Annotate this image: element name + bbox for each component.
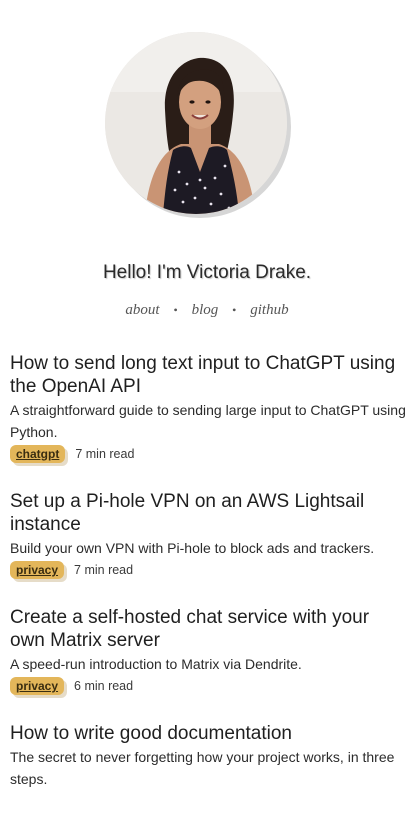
profile-header: Hello! I'm Victoria Drake. about • blog • gi… <box>0 0 414 340</box>
nav-separator: • <box>173 303 178 317</box>
greeting: Hello! I'm Victoria Drake. <box>102 262 312 283</box>
post-meta: privacy 7 min read <box>10 560 406 580</box>
post-tag[interactable]: privacy <box>10 677 65 695</box>
post-description: A speed-run introduction to Matrix via D… <box>10 656 302 672</box>
post-meta: privacy 6 min read <box>10 676 406 696</box>
post-description: The secret to never forgetting how your … <box>10 749 395 787</box>
post-title-link[interactable]: Set up a Pi-hole VPN on an AWS Lightsail… <box>10 490 406 536</box>
post-tag[interactable]: privacy <box>10 561 65 579</box>
post-item: How to send long text input to ChatGPT u… <box>10 352 406 464</box>
post-description: Build your own VPN with Pi-hole to block… <box>10 540 375 556</box>
read-time: 7 min read <box>74 563 134 577</box>
post-title-link[interactable]: How to send long text input to ChatGPT u… <box>10 352 406 398</box>
nav-separator: • <box>232 303 237 317</box>
post-tag[interactable]: chatgpt <box>10 445 66 463</box>
post-item: Set up a Pi-hole VPN on an AWS Lightsail… <box>10 490 406 580</box>
post-list: How to send long text input to ChatGPT u… <box>10 352 406 816</box>
post-item: How to write good documentation The secr… <box>10 722 406 790</box>
portrait-image <box>105 32 287 214</box>
nav-link-about[interactable]: about <box>125 302 159 318</box>
post-title-link[interactable]: Create a self-hosted chat service with y… <box>10 606 406 652</box>
site-nav: about • blog • github <box>0 302 414 319</box>
avatar <box>105 32 287 214</box>
read-time: 6 min read <box>74 679 134 693</box>
nav-link-github[interactable]: github <box>250 302 288 318</box>
post-item: Create a self-hosted chat service with y… <box>10 606 406 696</box>
post-meta: chatgpt 7 min read <box>10 444 406 464</box>
nav-link-blog[interactable]: blog <box>192 302 219 318</box>
read-time: 7 min read <box>75 447 135 461</box>
post-title-link[interactable]: How to write good documentation <box>10 722 406 745</box>
post-description: A straightforward guide to sending large… <box>10 402 406 440</box>
